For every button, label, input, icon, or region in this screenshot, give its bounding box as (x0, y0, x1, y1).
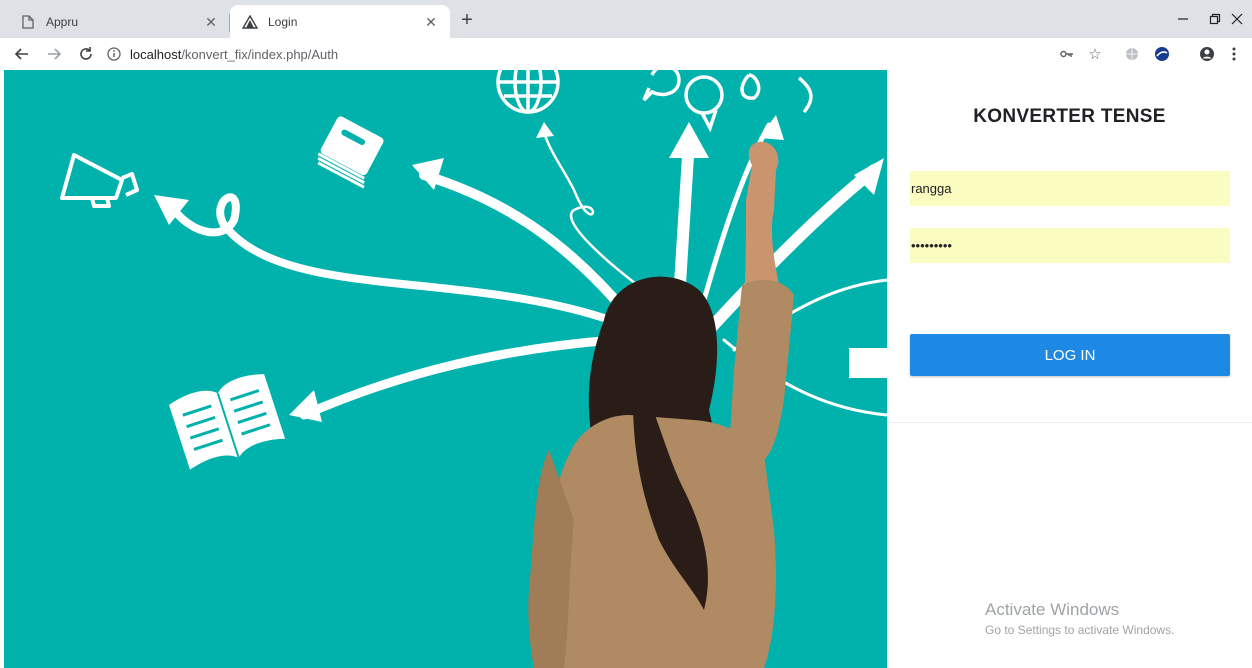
site-logo-icon (242, 14, 258, 30)
star-icon[interactable]: ☆ (1083, 42, 1107, 66)
url-host: localhost (130, 46, 182, 62)
reload-icon (80, 47, 92, 60)
menu-icon[interactable] (1222, 42, 1246, 66)
activate-windows-watermark: Activate Windows Go to Settings to activ… (985, 600, 1174, 637)
browser-tab-strip: Appru ✕ Login ✕ + (0, 0, 1252, 38)
window-close-button[interactable] (1222, 0, 1252, 38)
address-bar[interactable]: localhost/konvert_fix/index.php/Auth (106, 41, 1116, 67)
hero-illustration (4, 70, 887, 668)
login-title: KONVERTER TENSE (973, 106, 1166, 127)
page-icon (20, 14, 36, 30)
tab-label: Login (268, 14, 298, 29)
watermark-title: Activate Windows (985, 600, 1120, 619)
login-card: KONVERTER TENSE LOG IN (887, 70, 1252, 423)
tab-label: Appru (46, 14, 79, 29)
close-icon (1231, 13, 1243, 25)
tab-login[interactable]: Login ✕ (230, 5, 450, 38)
info-icon[interactable] (106, 46, 122, 62)
minimize-icon (1178, 18, 1188, 20)
back-button[interactable] (10, 42, 34, 66)
arrow-left-icon (14, 48, 28, 60)
extension-icon[interactable] (1150, 42, 1174, 66)
new-tab-button[interactable]: + (456, 10, 478, 32)
profile-icon[interactable] (1195, 42, 1219, 66)
password-input[interactable] (910, 228, 1230, 263)
browser-toolbar: localhost/konvert_fix/index.php/Auth ☆ (0, 38, 1252, 101)
tab-appru[interactable]: Appru ✕ (8, 5, 230, 38)
username-input[interactable] (910, 171, 1230, 206)
reload-button[interactable] (74, 42, 98, 66)
arrow-right-icon (48, 48, 62, 60)
login-button[interactable]: LOG IN (910, 334, 1230, 376)
login-panel: KONVERTER TENSE LOG IN (887, 70, 1252, 668)
watermark-subtitle: Go to Settings to activate Windows. (985, 623, 1175, 637)
forward-button[interactable] (42, 42, 66, 66)
close-icon[interactable]: ✕ (202, 13, 220, 31)
close-icon[interactable]: ✕ (422, 13, 440, 31)
restore-icon (1209, 13, 1221, 25)
globe-icon[interactable] (1120, 42, 1144, 66)
key-icon[interactable] (1055, 42, 1079, 66)
url-path: /konvert_fix/index.php/Auth (181, 46, 339, 62)
